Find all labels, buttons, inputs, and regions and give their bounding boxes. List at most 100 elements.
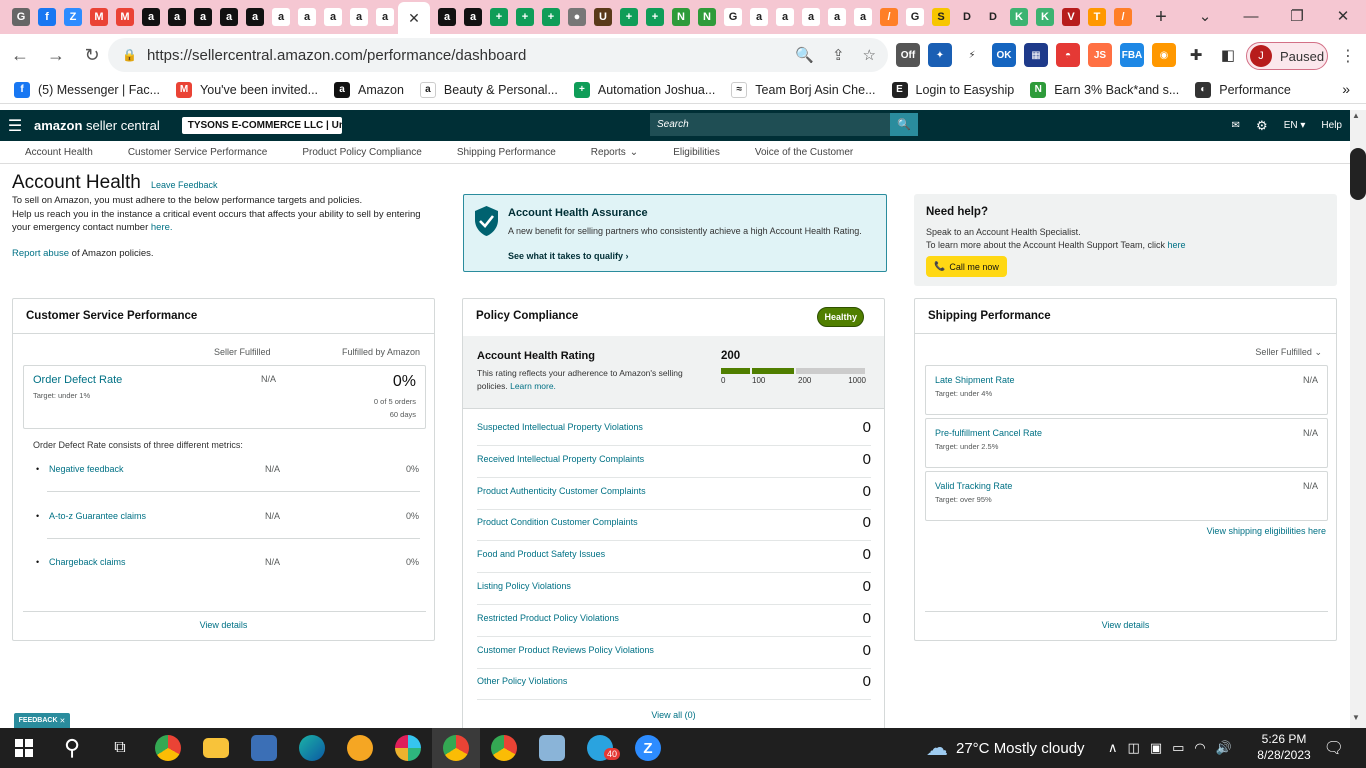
bookmark-star-icon[interactable]: ☆ [863, 46, 876, 64]
tab-right-10[interactable]: N [694, 3, 720, 31]
tab-right-1[interactable]: a [460, 3, 486, 31]
extension-fba-icon[interactable]: FBA [1120, 43, 1144, 67]
reload-button[interactable]: ↻ [76, 39, 108, 71]
tab-right-24[interactable]: V [1058, 3, 1084, 31]
close-window-button[interactable]: ✕ [1320, 0, 1366, 32]
display-icon[interactable]: ▣ [1150, 740, 1162, 756]
report-abuse-link[interactable]: Report abuse [12, 248, 69, 259]
bookmark-item[interactable]: M You've been invited... [176, 81, 318, 98]
extension-fox-icon[interactable]: ◉ [1152, 43, 1176, 67]
tab-right-15[interactable]: a [824, 3, 850, 31]
tab-right-3[interactable]: + [512, 3, 538, 31]
close-icon[interactable]: ✕ [59, 717, 65, 725]
bookmark-item[interactable]: N Earn 3% Back*and s... [1030, 81, 1179, 98]
zoom-app-icon[interactable]: Z [624, 728, 672, 768]
share-icon[interactable]: ⇪ [832, 46, 845, 64]
tab-12[interactable]: a [320, 3, 346, 31]
fulfillment-filter-dropdown[interactable]: Seller Fulfilled ⌄ [1255, 347, 1322, 358]
tab-6[interactable]: a [164, 3, 190, 31]
policy-violation-link[interactable]: Product Authenticity Customer Complaints [477, 486, 646, 496]
tab-right-22[interactable]: K [1006, 3, 1032, 31]
notifications-icon[interactable]: 🗨 [1324, 738, 1344, 758]
tab-3[interactable]: M [86, 3, 112, 31]
task-view-icon[interactable]: ⧉ [96, 728, 144, 768]
tab-right-13[interactable]: a [772, 3, 798, 31]
tab-right-21[interactable]: D [980, 3, 1006, 31]
maximize-button[interactable]: ❐ [1274, 0, 1320, 32]
extension-pokeball-icon[interactable]: ◓ [1056, 43, 1080, 67]
page-scrollbar-thumb[interactable] [1350, 148, 1366, 200]
clock[interactable]: 5:26 PM 8/28/2023 [1254, 731, 1314, 763]
extensions-puzzle-icon[interactable]: ✚ [1184, 43, 1208, 67]
chrome-taskbar-icon[interactable] [144, 728, 192, 768]
search-icon[interactable]: ⚲ [48, 728, 96, 768]
new-tab-button[interactable]: + [1148, 6, 1174, 29]
extension-grid-icon[interactable]: ▦ [1024, 43, 1048, 67]
volume-icon[interactable]: 🔊 [1216, 740, 1232, 756]
tab-right-23[interactable]: K [1032, 3, 1058, 31]
leave-feedback-link[interactable]: Leave Feedback [151, 180, 218, 190]
policy-violation-link[interactable]: Other Policy Violations [477, 676, 567, 686]
emergency-contact-link[interactable]: here. [151, 222, 173, 233]
bookmark-item[interactable]: E Login to Easyship [891, 81, 1014, 98]
help-link[interactable]: Help [1321, 120, 1342, 131]
tab-1[interactable]: f [34, 3, 60, 31]
slack-icon[interactable] [384, 728, 432, 768]
bookmark-item[interactable]: ◐ Performance [1195, 81, 1291, 98]
tab-11[interactable]: a [294, 3, 320, 31]
shipping-view-details-link[interactable]: View details [915, 620, 1336, 630]
tab-right-0[interactable]: a [434, 3, 460, 31]
hamburger-menu-icon[interactable]: ☰ [0, 116, 30, 136]
tab-4[interactable]: M [112, 3, 138, 31]
tab-active[interactable]: ✕ [398, 2, 430, 34]
extension-lightning-icon[interactable]: ⚡ [960, 43, 984, 67]
tab-8[interactable]: a [216, 3, 242, 31]
odr-metric-link[interactable]: Chargeback claims [49, 557, 126, 567]
policy-violation-link[interactable]: Suspected Intellectual Property Violatio… [477, 422, 643, 432]
tab-search-icon[interactable]: ⌄ [1182, 0, 1228, 32]
extension-ok-icon[interactable]: OK [992, 43, 1016, 67]
extension-off-icon[interactable]: Off [896, 43, 920, 67]
tab-right-14[interactable]: a [798, 3, 824, 31]
file-explorer-icon[interactable] [192, 728, 240, 768]
account-switcher[interactable]: TYSONS E-COMMERCE LLC | Uni... [181, 117, 342, 134]
tab-7[interactable]: a [190, 3, 216, 31]
search-icon[interactable]: 🔍 [890, 113, 918, 136]
address-bar[interactable]: 🔒 https://sellercentral.amazon.com/perfo… [108, 38, 888, 72]
subnav-item-product-policy-compliance[interactable]: Product Policy Compliance [302, 147, 422, 158]
wifi-icon[interactable]: ◠ [1194, 740, 1205, 756]
settings-gear-icon[interactable]: ⚙ [1256, 118, 1268, 134]
tab-right-17[interactable]: / [876, 3, 902, 31]
tab-right-16[interactable]: a [850, 3, 876, 31]
tab-right-18[interactable]: G [902, 3, 928, 31]
policy-violation-link[interactable]: Food and Product Safety Issues [477, 549, 605, 559]
tab-right-7[interactable]: + [616, 3, 642, 31]
extension-globe-icon[interactable]: ✦ [928, 43, 952, 67]
shipping-eligibilities-link[interactable]: View shipping eligibilities here [1207, 526, 1326, 536]
tab-right-11[interactable]: G [720, 3, 746, 31]
qualify-link[interactable]: See what it takes to qualify › [508, 251, 629, 261]
subnav-item-customer-service-performance[interactable]: Customer Service Performance [128, 147, 268, 158]
lock-icon[interactable]: 🔒 [122, 48, 137, 62]
bookmark-item[interactable]: f (5) Messenger | Fac... [14, 81, 160, 98]
telegram-icon[interactable]: 40 [576, 728, 624, 768]
subnav-item-reports[interactable]: Reports [591, 147, 626, 158]
call-me-now-button[interactable]: 📞 Call me now [926, 256, 1007, 277]
odr-metric-link[interactable]: Negative feedback [49, 464, 124, 474]
tab-right-8[interactable]: + [642, 3, 668, 31]
mail-icon[interactable]: ✉ [1232, 120, 1240, 131]
windows-start-icon[interactable] [0, 728, 48, 768]
shipping-metric-link[interactable]: Late Shipment Rate [935, 375, 1015, 385]
shipping-metric-link[interactable]: Valid Tracking Rate [935, 481, 1012, 491]
tab-right-9[interactable]: N [668, 3, 694, 31]
subnav-item-eligibilities[interactable]: Eligibilities [673, 147, 720, 158]
bookmarks-more-icon[interactable]: » [1342, 81, 1350, 97]
minimize-button[interactable]: — [1228, 0, 1274, 32]
tab-2[interactable]: Z [60, 3, 86, 31]
seller-central-logo[interactable]: amazon seller central [34, 118, 160, 133]
notepad-icon[interactable] [528, 728, 576, 768]
tab-0[interactable]: G [8, 3, 34, 31]
weather-widget[interactable]: ☁ 27°C Mostly cloudy [926, 728, 1085, 768]
tab-right-25[interactable]: T [1084, 3, 1110, 31]
policy-violation-link[interactable]: Product Condition Customer Complaints [477, 517, 638, 527]
